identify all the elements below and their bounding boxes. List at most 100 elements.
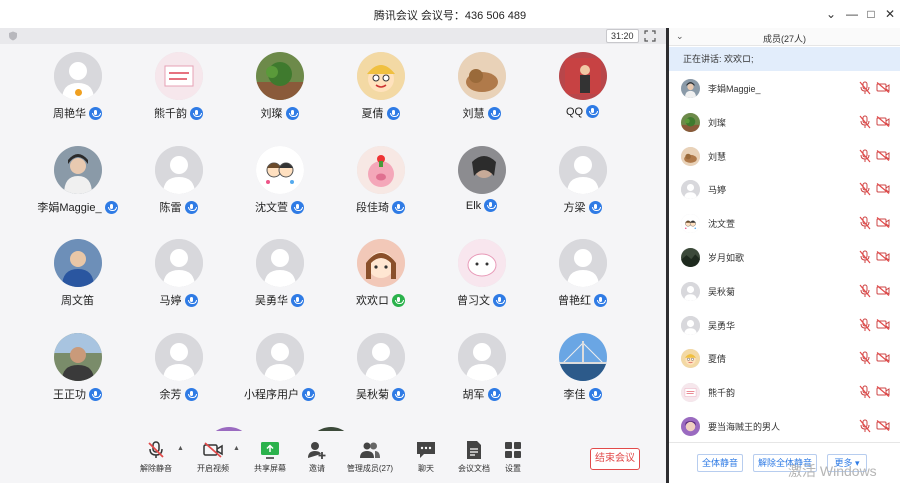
member-tile[interactable]: 王正功 <box>27 333 128 402</box>
camera-off-icon[interactable] <box>876 251 890 262</box>
member-tile[interactable]: 陈雷 <box>128 146 229 215</box>
avatar <box>356 52 405 100</box>
member-tile[interactable]: 胡军 <box>431 333 532 402</box>
member-tile[interactable]: 小程序用户 <box>229 333 330 402</box>
mic-muted-icon[interactable] <box>859 419 871 433</box>
mute-all-button[interactable]: 全体静音 <box>697 454 743 472</box>
member-name: 余芳 <box>159 389 182 401</box>
member-name-row: Elk <box>431 199 532 212</box>
mic-muted-icon[interactable] <box>859 182 871 196</box>
mic-icon <box>588 200 602 214</box>
mic-muted-icon[interactable] <box>859 284 871 298</box>
fullscreen-icon[interactable] <box>644 30 656 42</box>
mic-muted-icon[interactable] <box>859 250 871 264</box>
mic-muted-icon[interactable] <box>859 318 871 332</box>
camera-off-icon[interactable] <box>876 284 890 296</box>
avatar <box>255 52 304 100</box>
member-name-row: 曾艳红 <box>532 292 633 308</box>
mic-icon <box>104 200 118 214</box>
member-tile[interactable]: Elk <box>431 146 532 212</box>
member-tile[interactable]: 欢欢ロ <box>330 239 431 308</box>
avatar <box>457 146 506 194</box>
mic-muted-icon[interactable] <box>859 351 871 365</box>
member-name: 熊千韵 <box>154 108 187 120</box>
member-tile[interactable]: 吴勇华 <box>229 239 330 308</box>
member-tile[interactable]: 沈文萱 <box>229 146 330 215</box>
member-tile[interactable]: 马婷 <box>128 239 229 308</box>
manage-members-button[interactable]: 管理成员(27) <box>342 439 398 474</box>
member-tile[interactable]: 曾习文 <box>431 239 532 308</box>
member-name-row: 夏倩 <box>330 105 431 121</box>
chevron-down-icon[interactable]: ⌄ <box>820 4 842 24</box>
close-icon[interactable]: ✕ <box>879 4 900 24</box>
camera-off-icon[interactable] <box>876 217 890 229</box>
member-list-item[interactable]: 吴勇华 <box>669 308 900 342</box>
member-name: 胡军 <box>462 389 485 401</box>
member-name: 沈文萱 <box>255 202 288 214</box>
mic-muted-icon[interactable] <box>859 149 871 163</box>
mic-icon <box>594 293 607 307</box>
mic-icon <box>487 106 501 120</box>
video-options-caret[interactable]: ▲ <box>233 445 240 452</box>
avatar <box>681 180 700 200</box>
end-meeting-button[interactable]: 结束会议 <box>590 448 640 470</box>
member-list-item[interactable]: 吴秋菊 <box>669 274 900 308</box>
member-name: 刘慧 <box>462 108 485 120</box>
chat-label: 聊天 <box>418 464 434 473</box>
member-tile[interactable]: 刘慧 <box>431 52 532 121</box>
camera-off-icon[interactable] <box>876 115 890 127</box>
member-list-name: 刘慧 <box>708 151 727 162</box>
member-list-name: 刘璨 <box>708 117 727 128</box>
camera-off-icon[interactable] <box>876 386 890 398</box>
member-name-row: 吴秋菊 <box>330 386 431 402</box>
member-tile[interactable]: 方梁 <box>532 146 633 215</box>
member-name: 曾习文 <box>457 295 490 307</box>
avatar <box>681 315 700 335</box>
member-tile[interactable]: 刘璨 <box>229 52 330 121</box>
member-tile[interactable]: 段佳琦 <box>330 146 431 215</box>
invite-button[interactable]: 邀请 <box>289 439 345 474</box>
member-tile[interactable]: 夏倩 <box>330 52 431 121</box>
member-tile[interactable]: 吴秋菊 <box>330 333 431 402</box>
avatar <box>681 281 700 301</box>
member-tile[interactable]: 周文笛 <box>27 239 128 308</box>
mic-muted-icon[interactable] <box>859 385 871 399</box>
member-tile[interactable]: 熊千韵 <box>128 52 229 121</box>
camera-off-icon[interactable] <box>876 149 890 161</box>
avatar <box>681 417 700 436</box>
chat-icon <box>417 442 435 458</box>
unmute-button[interactable]: 解除静音 <box>128 439 184 474</box>
member-tile[interactable]: 曾艳红 <box>532 239 633 308</box>
member-list-item[interactable]: 岁月如歌 <box>669 240 900 274</box>
member-tile[interactable]: 李佳 <box>532 333 633 402</box>
member-list-item[interactable]: 夏倩 <box>669 341 900 375</box>
camera-off-icon[interactable] <box>876 82 890 93</box>
member-list-item[interactable]: 沈文萱 <box>669 206 900 240</box>
member-tile[interactable]: 余芳 <box>128 333 229 402</box>
audio-options-caret[interactable]: ▲ <box>177 445 184 452</box>
member-tile[interactable]: 周艳华 <box>27 52 128 121</box>
member-list-item[interactable]: 熊千韵 <box>669 375 900 409</box>
member-list-item[interactable]: 马婷 <box>669 172 900 206</box>
mic-muted-icon[interactable] <box>859 115 871 129</box>
mic-muted-icon[interactable] <box>859 81 871 95</box>
member-name: 王正功 <box>53 389 86 401</box>
avatar <box>255 146 304 194</box>
camera-off-icon[interactable] <box>876 352 890 364</box>
camera-off-icon[interactable] <box>876 420 890 431</box>
camera-off-icon[interactable] <box>876 318 890 330</box>
camera-off-icon[interactable] <box>876 183 890 195</box>
member-name-row: 马婷 <box>128 292 229 308</box>
member-list-item[interactable]: 刘璨 <box>669 105 900 139</box>
member-tile[interactable]: QQ <box>532 52 633 118</box>
member-list-item[interactable]: 刘慧 <box>669 139 900 173</box>
camera-off-icon <box>203 442 223 458</box>
shield-icon[interactable] <box>8 31 18 41</box>
member-list-name: 要当海贼王的男人 <box>708 422 781 432</box>
settings-button[interactable]: 设置 <box>485 439 541 474</box>
mic-muted-icon[interactable] <box>859 216 871 230</box>
member-list-item[interactable]: 要当海贼王的男人 <box>669 409 900 443</box>
member-tile[interactable]: 李娟Maggie_ <box>27 146 128 215</box>
member-name: 周文笛 <box>61 295 94 307</box>
member-list-item[interactable]: 李娟Maggie_ <box>669 71 900 105</box>
